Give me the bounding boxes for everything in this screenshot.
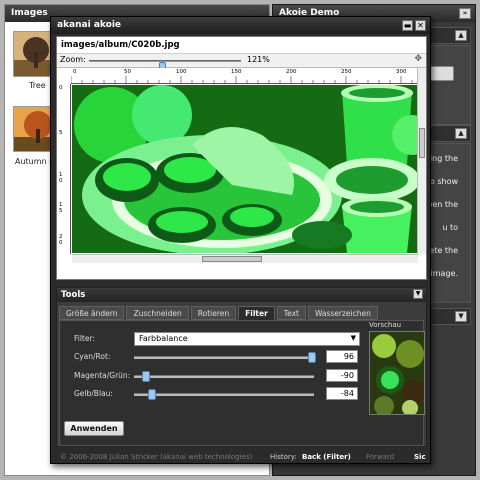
- help-text-line: pen the: [427, 200, 458, 209]
- tool-tabs: Größe ändern Zuschneiden Rotieren Filter…: [59, 306, 378, 320]
- slider-cyan-red[interactable]: [134, 352, 316, 363]
- filter-preview: [369, 331, 425, 415]
- save-button[interactable]: Sic: [414, 453, 426, 461]
- image-path: images/album/C020b.jpg: [57, 37, 426, 54]
- tools-title: Tools: [61, 290, 86, 300]
- tab-crop[interactable]: Zuschneiden: [126, 306, 189, 320]
- help-text-line: ing the: [429, 154, 458, 163]
- minimize-icon[interactable]: ▬: [402, 20, 413, 31]
- thumbnail-label-autumn: Autumn L: [15, 157, 54, 166]
- double-chevron-right-icon[interactable]: »: [459, 8, 471, 19]
- ruler-horizontal: 0 50 100 150 200 250 300: [71, 68, 419, 84]
- vertical-scrollbar-thumb[interactable]: [419, 128, 425, 158]
- thumbnail-label-tree: Tree: [29, 81, 46, 90]
- ruler-label: 100: [176, 69, 187, 75]
- tab-resize[interactable]: Größe ändern: [59, 306, 125, 320]
- yellow-blue-value-input[interactable]: -84: [326, 387, 358, 400]
- ruler-label: 1 0: [59, 172, 63, 184]
- history-forward-button[interactable]: Forward: [366, 453, 394, 461]
- slider-magenta-green[interactable]: [134, 371, 314, 382]
- filter-tab-content: Filter: Farbbalance ▼ Cyan/Rot: 96 Magen…: [59, 320, 425, 446]
- slider-yellow-blue[interactable]: [134, 389, 314, 400]
- ruler-label: 200: [286, 69, 297, 75]
- history-back-button[interactable]: Back (Filter): [302, 453, 351, 461]
- chevron-down-icon: ▼: [350, 334, 356, 342]
- cyan-red-value-input[interactable]: 96: [326, 350, 358, 363]
- ruler-label: 5: [59, 130, 63, 136]
- ruler-label: 150: [231, 69, 242, 75]
- ruler-label: 300: [396, 69, 407, 75]
- horizontal-scrollbar-thumb[interactable]: [202, 256, 262, 262]
- chevron-up-icon[interactable]: ▲: [455, 30, 467, 41]
- slider-thumb[interactable]: [142, 371, 150, 382]
- ruler-label: 250: [341, 69, 352, 75]
- close-icon[interactable]: ✕: [415, 20, 426, 31]
- zoom-slider[interactable]: [89, 60, 241, 73]
- ruler-label: 0: [59, 85, 63, 91]
- ruler-label: 2 0: [59, 234, 63, 246]
- slider-thumb[interactable]: [308, 352, 316, 363]
- edited-photo[interactable]: [72, 85, 418, 253]
- image-viewer: images/album/C020b.jpg Zoom: 121% ✥ 0 50…: [56, 36, 427, 280]
- preview-label: Vorschau: [369, 321, 402, 329]
- ruler-label: 1 5: [59, 202, 63, 214]
- copyright-text: © 2006-2008 Julian Stricker (akanai web …: [60, 453, 253, 461]
- chevron-up-icon[interactable]: ▲: [455, 128, 467, 139]
- vertical-scrollbar[interactable]: [417, 68, 426, 254]
- tools-panel: Tools ▼ Größe ändern Zuschneiden Rotiere…: [56, 287, 427, 447]
- ruler-vertical: 0 5 1 0 1 5 2 0: [57, 84, 71, 254]
- preview-image: [370, 332, 424, 414]
- ruler-label: 0: [73, 69, 77, 75]
- dialog-title: akanai akoie: [57, 20, 122, 30]
- move-icon[interactable]: ✥: [414, 54, 422, 64]
- zoom-bar: Zoom: 121% ✥: [57, 54, 426, 73]
- dialog-titlebar[interactable]: akanai akoie ▬ ✕: [51, 17, 430, 34]
- tab-rotate[interactable]: Rotieren: [190, 306, 237, 320]
- slider-thumb[interactable]: [148, 389, 156, 400]
- tab-text[interactable]: Text: [276, 306, 306, 320]
- dialog-footer: © 2006-2008 Julian Stricker (akanai web …: [56, 453, 427, 465]
- horizontal-scrollbar[interactable]: [72, 254, 418, 263]
- tools-header: Tools ▼: [57, 288, 426, 302]
- filter-label: Filter:: [74, 334, 95, 343]
- help-text-line: u to: [442, 223, 458, 232]
- zoom-label: Zoom:: [60, 55, 86, 64]
- filter-select-value: Farbbalance: [139, 334, 188, 343]
- history-label: History:: [270, 453, 297, 461]
- slider-label-yellow-blue: Gelb/Blau:: [74, 389, 113, 398]
- editor-dialog: akanai akoie ▬ ✕ images/album/C020b.jpg …: [50, 16, 431, 464]
- chevron-down-icon[interactable]: ▼: [455, 311, 467, 322]
- chevron-down-icon[interactable]: ▼: [413, 289, 423, 299]
- zoom-value: 121%: [247, 55, 270, 64]
- tab-watermark[interactable]: Wasserzeichen: [307, 306, 378, 320]
- help-text-line: to show: [426, 177, 458, 186]
- slider-label-magenta-green: Magenta/Grün:: [74, 371, 131, 380]
- green-filtered-photo: [72, 85, 418, 253]
- magenta-green-value-input[interactable]: -90: [326, 369, 358, 382]
- tab-filter[interactable]: Filter: [238, 306, 275, 320]
- slider-label-cyan-red: Cyan/Rot:: [74, 352, 111, 361]
- ruler-label: 50: [124, 69, 131, 75]
- filter-select[interactable]: Farbbalance ▼: [134, 332, 360, 346]
- apply-button[interactable]: Anwenden: [64, 421, 124, 436]
